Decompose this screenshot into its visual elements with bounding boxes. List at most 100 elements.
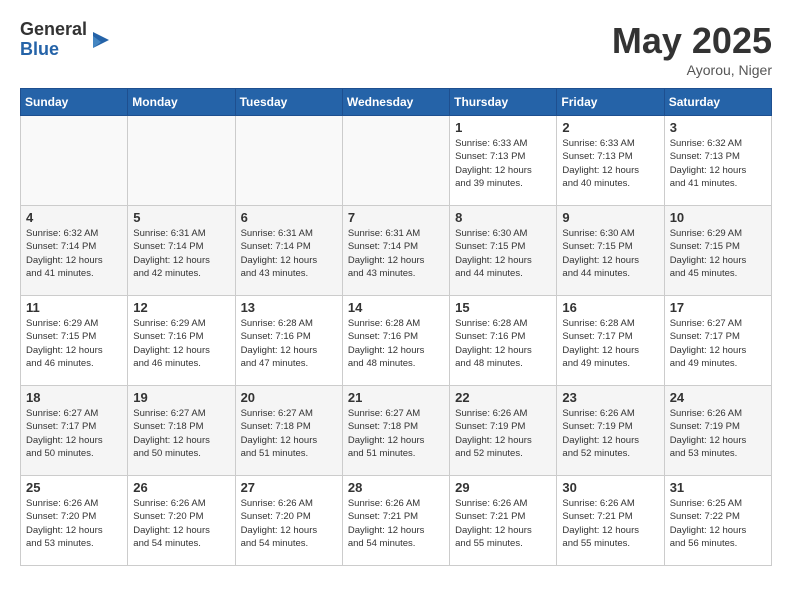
day-info: Sunrise: 6:29 AM Sunset: 7:15 PM Dayligh… xyxy=(670,227,766,280)
day-number: 22 xyxy=(455,390,551,405)
day-number: 12 xyxy=(133,300,229,315)
col-header-sunday: Sunday xyxy=(21,89,128,116)
day-info: Sunrise: 6:28 AM Sunset: 7:16 PM Dayligh… xyxy=(241,317,337,370)
day-info: Sunrise: 6:27 AM Sunset: 7:17 PM Dayligh… xyxy=(26,407,122,460)
calendar-cell: 9Sunrise: 6:30 AM Sunset: 7:15 PM Daylig… xyxy=(557,206,664,296)
calendar-cell: 28 Sunrise: 6:26 AM Sunset: 7:21 PM Dayli… xyxy=(342,476,449,566)
calendar-table: SundayMondayTuesdayWednesdayThursdayFrid… xyxy=(20,88,772,566)
calendar-week-row: 11 Sunrise: 6:29 AM Sunset: 7:15 PM Dayli… xyxy=(21,296,772,386)
calendar-cell xyxy=(235,116,342,206)
calendar-cell: 13 Sunrise: 6:28 AM Sunset: 7:16 PM Dayli… xyxy=(235,296,342,386)
day-info: Sunrise: 6:27 AM Sunset: 7:18 PM Dayligh… xyxy=(133,407,229,460)
day-number: 9 xyxy=(562,210,658,225)
calendar-cell: 5 Sunrise: 6:31 AM Sunset: 7:14 PM Daylig… xyxy=(128,206,235,296)
calendar-week-row: 25 Sunrise: 6:26 AM Sunset: 7:20 PM Dayli… xyxy=(21,476,772,566)
calendar-cell: 21 Sunrise: 6:27 AM Sunset: 7:18 PM Dayli… xyxy=(342,386,449,476)
day-number: 14 xyxy=(348,300,444,315)
calendar-cell: 16 Sunrise: 6:28 AM Sunset: 7:17 PM Dayli… xyxy=(557,296,664,386)
day-number: 3 xyxy=(670,120,766,135)
calendar-cell xyxy=(128,116,235,206)
day-info: Sunrise: 6:32 AM Sunset: 7:13 PM Dayligh… xyxy=(670,137,766,190)
day-info: Sunrise: 6:27 AM Sunset: 7:18 PM Dayligh… xyxy=(241,407,337,460)
day-number: 8 xyxy=(455,210,551,225)
day-info: Sunrise: 6:31 AM Sunset: 7:14 PM Dayligh… xyxy=(133,227,229,280)
day-number: 18 xyxy=(26,390,122,405)
col-header-monday: Monday xyxy=(128,89,235,116)
location-text: Ayorou, Niger xyxy=(612,62,772,78)
day-info: Sunrise: 6:26 AM Sunset: 7:20 PM Dayligh… xyxy=(133,497,229,550)
day-number: 15 xyxy=(455,300,551,315)
col-header-saturday: Saturday xyxy=(664,89,771,116)
day-info: Sunrise: 6:26 AM Sunset: 7:21 PM Dayligh… xyxy=(455,497,551,550)
calendar-cell: 31 Sunrise: 6:25 AM Sunset: 7:22 PM Dayli… xyxy=(664,476,771,566)
day-info: Sunrise: 6:27 AM Sunset: 7:17 PM Dayligh… xyxy=(670,317,766,370)
day-info: Sunrise: 6:26 AM Sunset: 7:20 PM Dayligh… xyxy=(26,497,122,550)
calendar-cell: 12 Sunrise: 6:29 AM Sunset: 7:16 PM Dayli… xyxy=(128,296,235,386)
day-info: Sunrise: 6:26 AM Sunset: 7:21 PM Dayligh… xyxy=(348,497,444,550)
day-number: 24 xyxy=(670,390,766,405)
day-info: Sunrise: 6:32 AM Sunset: 7:14 PM Dayligh… xyxy=(26,227,122,280)
day-info: Sunrise: 6:25 AM Sunset: 7:22 PM Dayligh… xyxy=(670,497,766,550)
day-info: Sunrise: 6:26 AM Sunset: 7:19 PM Dayligh… xyxy=(562,407,658,460)
day-number: 1 xyxy=(455,120,551,135)
calendar-cell: 27Sunrise: 6:26 AM Sunset: 7:20 PM Dayli… xyxy=(235,476,342,566)
calendar-cell: 18 Sunrise: 6:27 AM Sunset: 7:17 PM Dayli… xyxy=(21,386,128,476)
day-info: Sunrise: 6:28 AM Sunset: 7:16 PM Dayligh… xyxy=(348,317,444,370)
col-header-wednesday: Wednesday xyxy=(342,89,449,116)
day-info: Sunrise: 6:27 AM Sunset: 7:18 PM Dayligh… xyxy=(348,407,444,460)
calendar-cell: 23 Sunrise: 6:26 AM Sunset: 7:19 PM Dayli… xyxy=(557,386,664,476)
day-number: 23 xyxy=(562,390,658,405)
calendar-cell: 29Sunrise: 6:26 AM Sunset: 7:21 PM Dayli… xyxy=(450,476,557,566)
calendar-cell: 8 Sunrise: 6:30 AM Sunset: 7:15 PM Daylig… xyxy=(450,206,557,296)
calendar-cell: 10Sunrise: 6:29 AM Sunset: 7:15 PM Dayli… xyxy=(664,206,771,296)
day-number: 28 xyxy=(348,480,444,495)
calendar-cell: 19 Sunrise: 6:27 AM Sunset: 7:18 PM Dayli… xyxy=(128,386,235,476)
day-info: Sunrise: 6:33 AM Sunset: 7:13 PM Dayligh… xyxy=(562,137,658,190)
calendar-cell: 24 Sunrise: 6:26 AM Sunset: 7:19 PM Dayli… xyxy=(664,386,771,476)
calendar-cell: 6Sunrise: 6:31 AM Sunset: 7:14 PM Daylig… xyxy=(235,206,342,296)
calendar-cell: 14 Sunrise: 6:28 AM Sunset: 7:16 PM Dayli… xyxy=(342,296,449,386)
day-info: Sunrise: 6:29 AM Sunset: 7:15 PM Dayligh… xyxy=(26,317,122,370)
day-info: Sunrise: 6:28 AM Sunset: 7:17 PM Dayligh… xyxy=(562,317,658,370)
day-number: 27 xyxy=(241,480,337,495)
calendar-cell: 11 Sunrise: 6:29 AM Sunset: 7:15 PM Dayli… xyxy=(21,296,128,386)
calendar-cell: 25 Sunrise: 6:26 AM Sunset: 7:20 PM Dayli… xyxy=(21,476,128,566)
calendar-cell: 15 Sunrise: 6:28 AM Sunset: 7:16 PM Dayli… xyxy=(450,296,557,386)
day-number: 5 xyxy=(133,210,229,225)
day-info: Sunrise: 6:28 AM Sunset: 7:16 PM Dayligh… xyxy=(455,317,551,370)
day-info: Sunrise: 6:26 AM Sunset: 7:19 PM Dayligh… xyxy=(455,407,551,460)
day-info: Sunrise: 6:31 AM Sunset: 7:14 PM Dayligh… xyxy=(348,227,444,280)
day-number: 25 xyxy=(26,480,122,495)
day-number: 6 xyxy=(241,210,337,225)
page-header: General Blue May 2025 Ayorou, Niger xyxy=(20,20,772,78)
day-info: Sunrise: 6:30 AM Sunset: 7:15 PM Dayligh… xyxy=(455,227,551,280)
day-number: 13 xyxy=(241,300,337,315)
day-number: 20 xyxy=(241,390,337,405)
logo-general-text: General xyxy=(20,20,87,40)
calendar-cell: 30Sunrise: 6:26 AM Sunset: 7:21 PM Dayli… xyxy=(557,476,664,566)
calendar-cell: 22 Sunrise: 6:26 AM Sunset: 7:19 PM Dayli… xyxy=(450,386,557,476)
day-info: Sunrise: 6:26 AM Sunset: 7:19 PM Dayligh… xyxy=(670,407,766,460)
day-number: 21 xyxy=(348,390,444,405)
day-number: 2 xyxy=(562,120,658,135)
logo-icon xyxy=(89,28,113,52)
day-number: 31 xyxy=(670,480,766,495)
calendar-week-row: 18 Sunrise: 6:27 AM Sunset: 7:17 PM Dayli… xyxy=(21,386,772,476)
day-number: 4 xyxy=(26,210,122,225)
calendar-cell: 7Sunrise: 6:31 AM Sunset: 7:14 PM Daylig… xyxy=(342,206,449,296)
calendar-cell: 2 Sunrise: 6:33 AM Sunset: 7:13 PM Daylig… xyxy=(557,116,664,206)
calendar-cell: 1 Sunrise: 6:33 AM Sunset: 7:13 PM Daylig… xyxy=(450,116,557,206)
day-number: 16 xyxy=(562,300,658,315)
col-header-thursday: Thursday xyxy=(450,89,557,116)
calendar-cell: 26 Sunrise: 6:26 AM Sunset: 7:20 PM Dayli… xyxy=(128,476,235,566)
month-title: May 2025 xyxy=(612,20,772,62)
calendar-cell: 20 Sunrise: 6:27 AM Sunset: 7:18 PM Dayli… xyxy=(235,386,342,476)
day-number: 11 xyxy=(26,300,122,315)
calendar-cell xyxy=(21,116,128,206)
day-info: Sunrise: 6:33 AM Sunset: 7:13 PM Dayligh… xyxy=(455,137,551,190)
day-info: Sunrise: 6:29 AM Sunset: 7:16 PM Dayligh… xyxy=(133,317,229,370)
day-number: 26 xyxy=(133,480,229,495)
day-number: 19 xyxy=(133,390,229,405)
col-header-tuesday: Tuesday xyxy=(235,89,342,116)
title-area: May 2025 Ayorou, Niger xyxy=(612,20,772,78)
